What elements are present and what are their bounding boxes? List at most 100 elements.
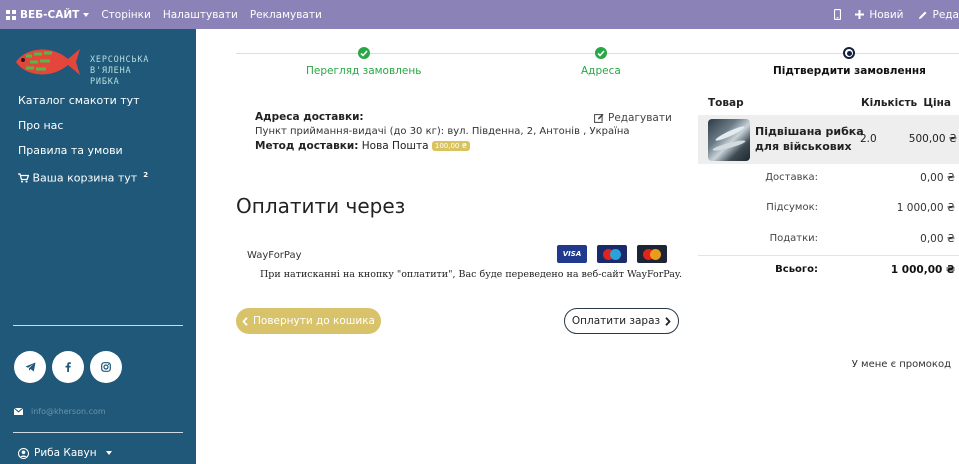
chevron-down-icon: [83, 12, 90, 17]
summary-label: Всього:: [775, 264, 818, 275]
payment-notice: При натисканні на кнопку "оплатити", Вас…: [260, 269, 683, 280]
pencil-icon: [918, 11, 926, 19]
back-to-cart-label: Повернути до кошика: [253, 315, 375, 327]
visa-card-icon: VISA: [557, 245, 587, 263]
site-logo[interactable]: ХЕРСОНСЬКА В'ЯЛЕНА РИБКА: [12, 41, 192, 87]
envelope-icon: [14, 408, 23, 415]
customize-label: Налаштувати: [162, 8, 238, 21]
payment-provider-option[interactable]: WayForPay: [247, 250, 302, 261]
grid-icon: [6, 9, 16, 20]
sidebar-item-about[interactable]: Про нас: [18, 118, 148, 143]
social-links: [14, 351, 122, 383]
user-menu[interactable]: Риба Кавун: [18, 447, 112, 459]
customize-menu[interactable]: Налаштувати: [163, 9, 238, 21]
edit-label: Реда: [932, 8, 959, 21]
table-row: Підвішана рибка для військових 2.0 500,0…: [698, 115, 959, 164]
edit-icon: [594, 113, 604, 123]
mastercard-card-icon: [637, 245, 667, 263]
logo-text: ХЕРСОНСЬКА В'ЯЛЕНА РИБКА: [90, 55, 149, 88]
cart-icon: [18, 173, 30, 183]
chevron-down-icon: [105, 451, 112, 455]
step-review-order[interactable]: Перегляд замовлень: [306, 47, 421, 77]
payment-title: Оплатити через: [236, 194, 406, 218]
product-image: [708, 119, 750, 161]
sidebar-item-cart[interactable]: Ваша корзина тут 2: [18, 168, 148, 193]
sidebar: ХЕРСОНСЬКА В'ЯЛЕНА РИБКА Каталог смакоти…: [0, 29, 196, 464]
product-name-line-2: для військових: [755, 140, 852, 153]
edit-address-label: Редагувати: [608, 112, 672, 124]
summary-row-taxes: Податки: 0,00 ₴: [698, 225, 959, 255]
pay-now-button[interactable]: Оплатити зараз: [564, 308, 679, 334]
telegram-button[interactable]: [14, 351, 46, 383]
payment-cards: VISA: [557, 245, 667, 263]
cart-count-badge: 2: [143, 171, 149, 179]
instagram-button[interactable]: [90, 351, 122, 383]
maestro-card-icon: [597, 245, 627, 263]
logo-line-2: В'ЯЛЕНА: [90, 66, 132, 76]
check-icon: [594, 47, 607, 59]
website-menu-label: ВЕБ-САЙТ: [20, 8, 80, 21]
summary-value: 1 000,00 ₴: [890, 264, 955, 276]
product-name-line-1: Підвішана рибка: [755, 125, 864, 138]
checkout-main: Перегляд замовлень Адреса Підтвердити за…: [196, 29, 959, 464]
visa-text: VISA: [562, 250, 582, 258]
step-label: Адреса: [581, 65, 621, 77]
sidebar-item-terms[interactable]: Правила та умови: [18, 143, 148, 168]
telegram-icon: [25, 362, 35, 372]
summary-label: Доставка:: [765, 172, 818, 183]
website-menu[interactable]: ВЕБ-САЙТ: [6, 8, 90, 21]
new-label: Новий: [869, 8, 904, 21]
step-label: Підтвердити замовлення: [773, 65, 926, 77]
pages-menu[interactable]: Сторінки: [101, 9, 151, 21]
step-label: Перегляд замовлень: [306, 65, 422, 77]
promote-menu[interactable]: Рекламувати: [250, 9, 322, 21]
summary-label: Підсумок:: [766, 202, 818, 213]
logo-line-3: РИБКА: [90, 77, 120, 87]
sidebar-item-catalog[interactable]: Каталог смакоти тут: [18, 93, 148, 118]
current-step-icon: [843, 47, 856, 59]
contact-email[interactable]: info@kherson.com: [14, 407, 106, 416]
email-text: info@kherson.com: [31, 407, 106, 416]
mobile-icon: [834, 9, 842, 20]
facebook-button[interactable]: [52, 351, 84, 383]
edit-page-button[interactable]: Реда: [918, 9, 959, 21]
summary-row-subtotal: Підсумок: 1 000,00 ₴: [698, 194, 959, 224]
product-qty: 2.0: [860, 133, 877, 145]
step-confirm-order: Підтвердити замовлення: [773, 47, 926, 77]
delivery-method-value: Нова Пошта: [361, 140, 429, 152]
column-header-qty: Кількість: [861, 97, 918, 109]
user-name: Риба Кавун: [34, 447, 97, 459]
facebook-icon: [65, 362, 71, 372]
promote-label: Рекламувати: [249, 8, 322, 21]
delivery-method: Метод доставки: Нова Пошта 100,00 ₴: [255, 140, 665, 152]
cart-label: Ваша корзина тут: [32, 171, 138, 185]
plus-icon: [855, 10, 865, 19]
summary-value: 0,00 ₴: [920, 172, 955, 184]
new-button[interactable]: Новий: [855, 8, 904, 21]
column-header-price: Ціна: [923, 97, 951, 109]
chevron-left-icon: [242, 316, 248, 326]
column-header-product: Товар: [708, 97, 744, 109]
summary-row-delivery: Доставка: 0,00 ₴: [698, 164, 959, 194]
back-to-cart-button[interactable]: Повернути до кошика: [236, 308, 381, 334]
sidebar-nav: Каталог смакоти тут Про нас Правила та у…: [18, 93, 148, 193]
instagram-icon: [101, 362, 111, 372]
promo-code-link[interactable]: У мене є промокод: [852, 359, 951, 370]
delivery-method-label: Метод доставки:: [255, 140, 359, 152]
summary-value: 0,00 ₴: [920, 233, 955, 245]
fish-logo-icon: [16, 49, 80, 75]
address-value: Пункт приймання-видачі (до 30 кг): вул. …: [255, 126, 630, 137]
check-icon: [357, 47, 370, 59]
mobile-preview-button[interactable]: [834, 9, 842, 20]
edit-address-link[interactable]: Редагувати: [594, 112, 672, 124]
summary-value: 1 000,00 ₴: [896, 202, 955, 214]
summary-row-total: Всього: 1 000,00 ₴: [698, 255, 959, 285]
product-price: 500,00 ₴: [908, 133, 957, 145]
step-address[interactable]: Адреса: [581, 47, 621, 77]
user-circle-icon: [18, 447, 29, 459]
pay-now-label: Оплатити зараз: [571, 315, 661, 327]
admin-topbar: ВЕБ-САЙТ Сторінки Налаштувати Рекламуват…: [0, 0, 959, 29]
product-name[interactable]: Підвішана рибка для військових: [755, 124, 864, 154]
delivery-price-badge: 100,00 ₴: [431, 141, 471, 151]
logo-line-1: ХЕРСОНСЬКА: [90, 55, 150, 65]
